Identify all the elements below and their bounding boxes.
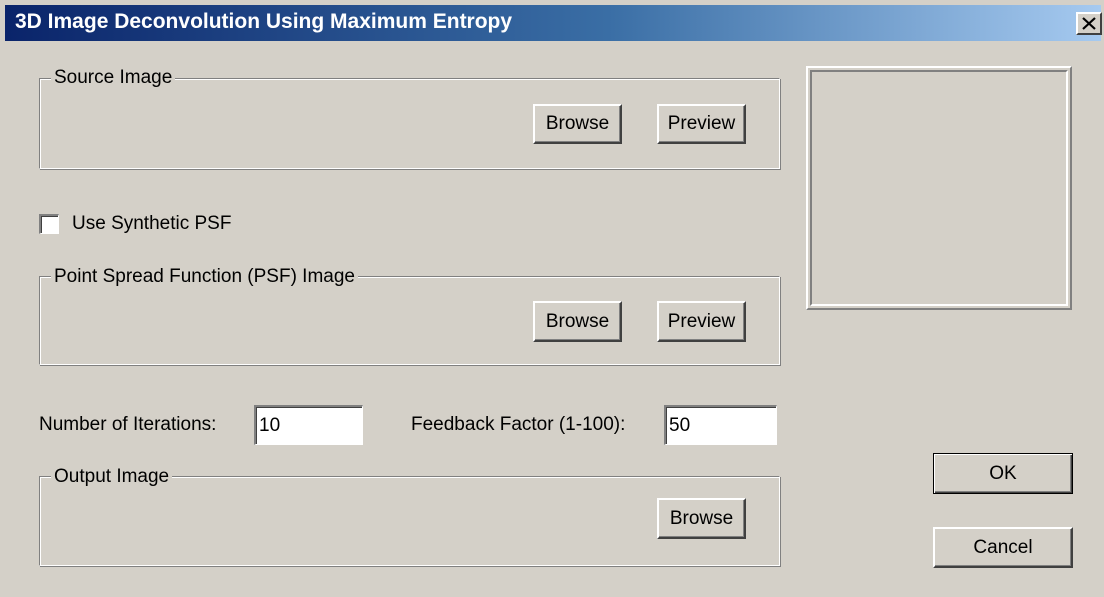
use-synthetic-psf-checkbox[interactable] (39, 214, 59, 234)
iterations-input[interactable] (254, 405, 363, 445)
output-image-group-label: Output Image (51, 467, 173, 487)
psf-browse-button[interactable]: Browse (533, 301, 622, 342)
use-synthetic-psf-label[interactable]: Use Synthetic PSF (72, 213, 231, 235)
dialog-window: 3D Image Deconvolution Using Maximum Ent… (0, 0, 1104, 597)
psf-image-group-label: Point Spread Function (PSF) Image (51, 267, 358, 287)
iterations-label: Number of Iterations: (39, 414, 217, 435)
feedback-factor-input[interactable] (664, 405, 777, 445)
source-image-group-label: Source Image (51, 68, 176, 88)
ok-button[interactable]: OK (933, 453, 1073, 494)
cancel-button[interactable]: Cancel (933, 527, 1073, 568)
psf-preview-button[interactable]: Preview (657, 301, 746, 342)
window-title: 3D Image Deconvolution Using Maximum Ent… (15, 10, 513, 33)
source-preview-button[interactable]: Preview (657, 104, 746, 144)
close-button[interactable] (1076, 12, 1102, 35)
source-browse-button[interactable]: Browse (533, 104, 622, 144)
image-preview-area (810, 70, 1068, 306)
feedback-factor-label: Feedback Factor (1-100): (411, 414, 626, 435)
title-bar[interactable]: 3D Image Deconvolution Using Maximum Ent… (5, 5, 1102, 41)
close-icon (1082, 17, 1096, 30)
image-preview-panel (806, 66, 1072, 310)
output-browse-button[interactable]: Browse (657, 498, 746, 539)
